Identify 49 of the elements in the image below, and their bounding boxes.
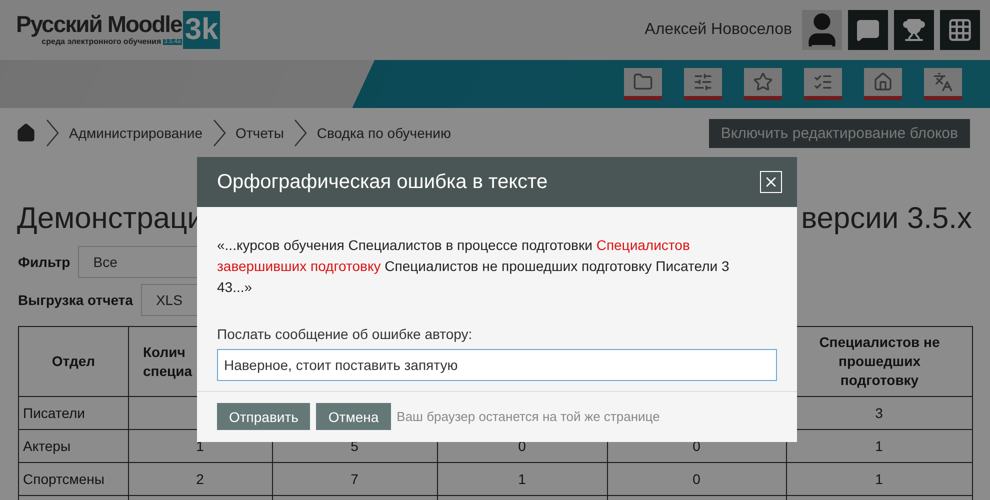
nav-button[interactable] bbox=[864, 68, 902, 100]
message-field[interactable]: Наверное, стоит поставить запятую bbox=[217, 349, 777, 381]
chevron-icon bbox=[212, 119, 226, 147]
nav-button[interactable] bbox=[744, 68, 782, 100]
nav-button[interactable] bbox=[684, 68, 722, 100]
folder-icon bbox=[633, 72, 653, 92]
filter-label: Фильтр bbox=[18, 254, 70, 270]
chat-bubble-icon bbox=[856, 18, 880, 42]
home-icon[interactable] bbox=[16, 123, 36, 143]
cancel-button[interactable]: Отмена bbox=[316, 403, 391, 430]
breadcrumb-link[interactable]: Сводка по обучению bbox=[316, 125, 451, 141]
star-icon bbox=[753, 72, 773, 92]
breadcrumb-link[interactable]: Отчеты bbox=[236, 125, 284, 141]
user-name[interactable]: Алексей Новоселов bbox=[644, 21, 792, 39]
breadcrumb-link[interactable]: Администрирование bbox=[69, 125, 202, 141]
table-cell: 1 bbox=[786, 462, 972, 496]
trophy-icon bbox=[902, 18, 926, 42]
translate-icon bbox=[933, 72, 953, 92]
nav-button[interactable] bbox=[804, 68, 842, 100]
logo-mark: 3k bbox=[182, 11, 220, 49]
hint-text: Ваш браузер останется на той же странице bbox=[396, 409, 660, 424]
table-cell: Спортсмены bbox=[18, 462, 128, 496]
grid-icon bbox=[947, 17, 973, 43]
nav-button[interactable] bbox=[624, 68, 662, 100]
apps-button[interactable] bbox=[940, 10, 980, 50]
logo-name: Русский Moodle bbox=[16, 11, 182, 37]
house-icon bbox=[873, 72, 893, 92]
avatar[interactable] bbox=[802, 10, 842, 50]
achievements-button[interactable] bbox=[894, 10, 934, 50]
logo-tagline: среда электронного обучения bbox=[42, 37, 162, 46]
table-cell: 0 bbox=[608, 462, 786, 496]
table-cell: 2 bbox=[128, 462, 272, 496]
edit-blocks-button[interactable]: Включить редактирование блоков bbox=[708, 118, 970, 148]
table-cell: Актеры bbox=[18, 430, 128, 462]
nav-button[interactable] bbox=[924, 68, 962, 100]
table-cell: Писатели bbox=[18, 396, 128, 430]
export-label: Выгрузка отчета bbox=[18, 292, 133, 308]
page-title: Демонстраци bbox=[17, 202, 204, 236]
table-cell: 7 bbox=[272, 462, 438, 496]
chevron-icon bbox=[46, 119, 59, 147]
column-header: Отдел bbox=[18, 326, 128, 396]
table-cell: 1 bbox=[438, 462, 608, 496]
chevron-icon bbox=[294, 119, 307, 147]
page-title: версии 3.5.x bbox=[801, 202, 972, 236]
sliders-icon bbox=[693, 72, 713, 92]
dialog-title: Орфографическая ошибка в тексте bbox=[217, 170, 548, 194]
messages-button[interactable] bbox=[848, 10, 888, 50]
send-button[interactable]: Отправить bbox=[217, 403, 310, 430]
close-button[interactable] bbox=[760, 171, 782, 193]
